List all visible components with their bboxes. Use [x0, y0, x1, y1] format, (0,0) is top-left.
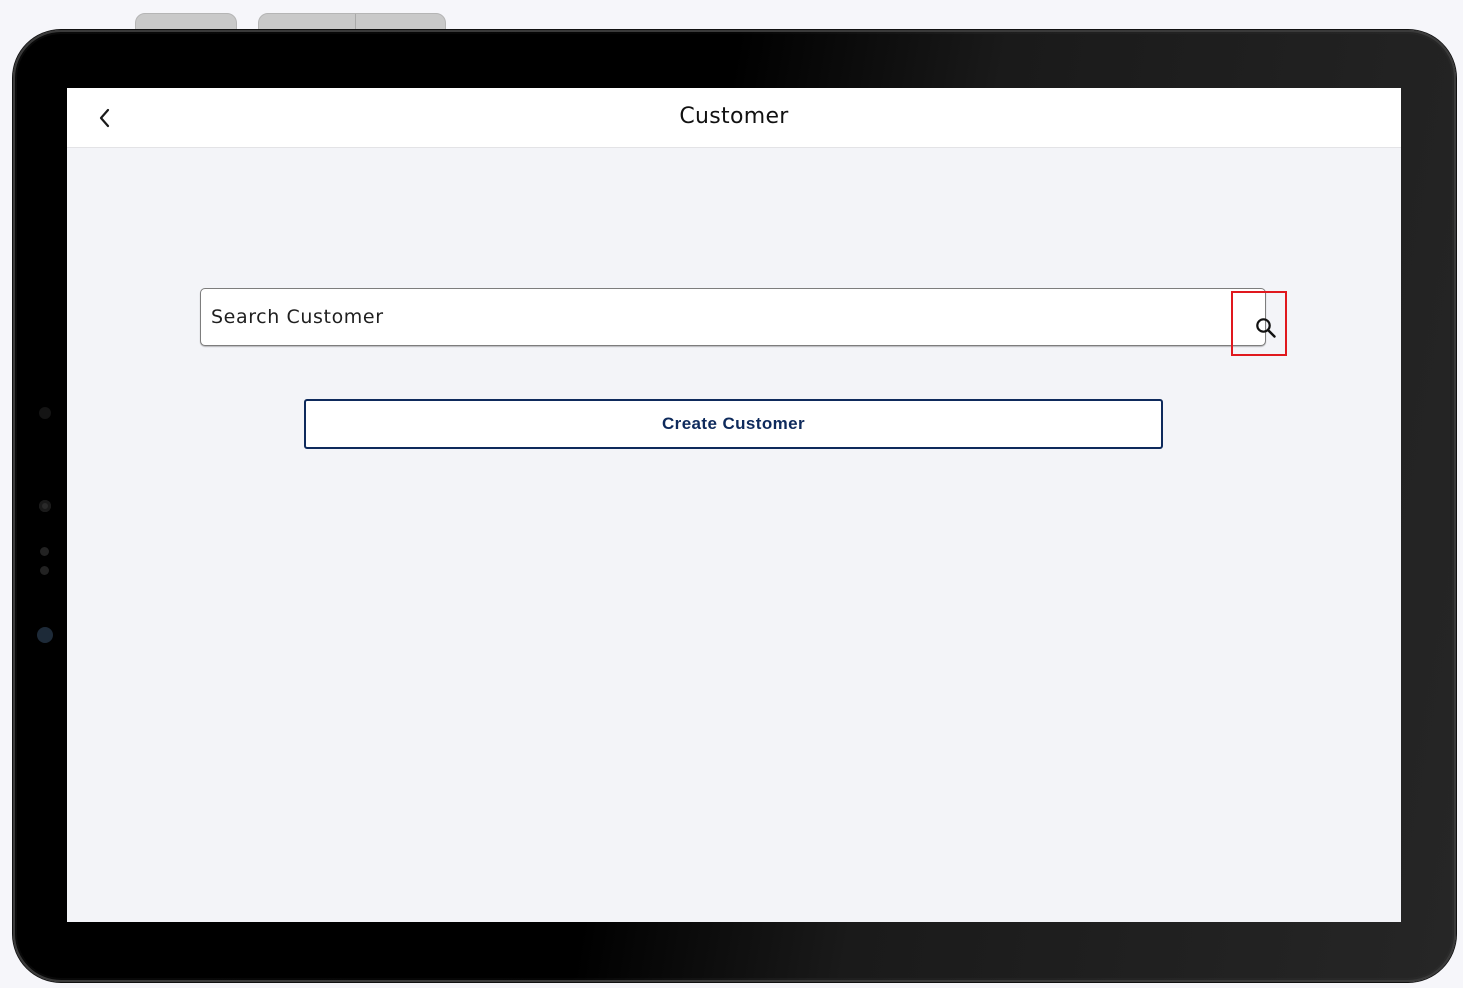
search-button[interactable]	[1231, 291, 1287, 356]
search-field	[200, 288, 1266, 346]
app-screen: Customer Create Customer	[67, 88, 1401, 922]
sensor-dot	[40, 566, 49, 575]
search-icon	[1256, 317, 1276, 338]
camera-dot	[39, 407, 51, 419]
app-bar: Customer	[67, 88, 1401, 148]
front-camera-lens	[39, 500, 51, 512]
light-sensor	[37, 627, 53, 643]
search-input[interactable]	[211, 289, 1221, 345]
sensor-dot	[40, 547, 49, 556]
create-customer-button[interactable]: Create Customer	[304, 399, 1163, 449]
page-title: Customer	[679, 104, 789, 129]
